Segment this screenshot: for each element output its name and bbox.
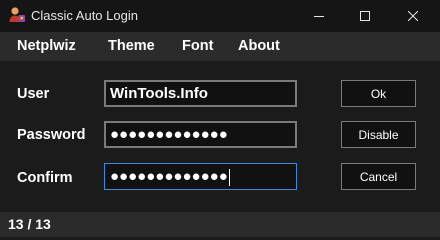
close-button[interactable]: [390, 0, 436, 32]
confirm-label: Confirm: [17, 170, 73, 186]
confirm-password-input[interactable]: ●●●●●●●●●●●●●: [104, 163, 297, 190]
menu-item-font[interactable]: Font: [182, 32, 213, 61]
user-input-value: WinTools.Info: [110, 85, 208, 102]
user-label: User: [17, 86, 50, 102]
menu-item-netplwiz[interactable]: Netplwiz: [17, 32, 76, 61]
window-title: Classic Auto Login: [31, 8, 138, 23]
ok-button[interactable]: Ok: [341, 80, 416, 107]
maximize-button[interactable]: [342, 0, 388, 32]
password-label: Password: [17, 127, 86, 143]
app-window: Classic Auto Login Netplwiz Theme Font A…: [0, 0, 440, 237]
password-input-value: ●●●●●●●●●●●●●: [110, 126, 228, 143]
cancel-button[interactable]: Cancel: [341, 163, 416, 190]
text-caret: [228, 168, 230, 186]
user-key-icon: [8, 6, 26, 24]
minimize-icon: [314, 16, 324, 17]
status-counter: 13 / 13: [8, 216, 51, 232]
minimize-button[interactable]: [296, 0, 342, 32]
close-icon: [408, 11, 418, 21]
maximize-icon: [360, 11, 370, 21]
password-input[interactable]: ●●●●●●●●●●●●●: [104, 121, 297, 148]
menu-item-theme[interactable]: Theme: [108, 32, 155, 61]
user-input[interactable]: WinTools.Info: [104, 80, 297, 107]
status-bar: 13 / 13: [0, 212, 440, 237]
menu-bar: Netplwiz Theme Font About: [0, 32, 440, 61]
confirm-input-value: ●●●●●●●●●●●●●: [110, 168, 228, 185]
disable-button[interactable]: Disable: [341, 121, 416, 148]
menu-item-about[interactable]: About: [238, 32, 280, 61]
title-bar[interactable]: Classic Auto Login: [0, 0, 440, 32]
